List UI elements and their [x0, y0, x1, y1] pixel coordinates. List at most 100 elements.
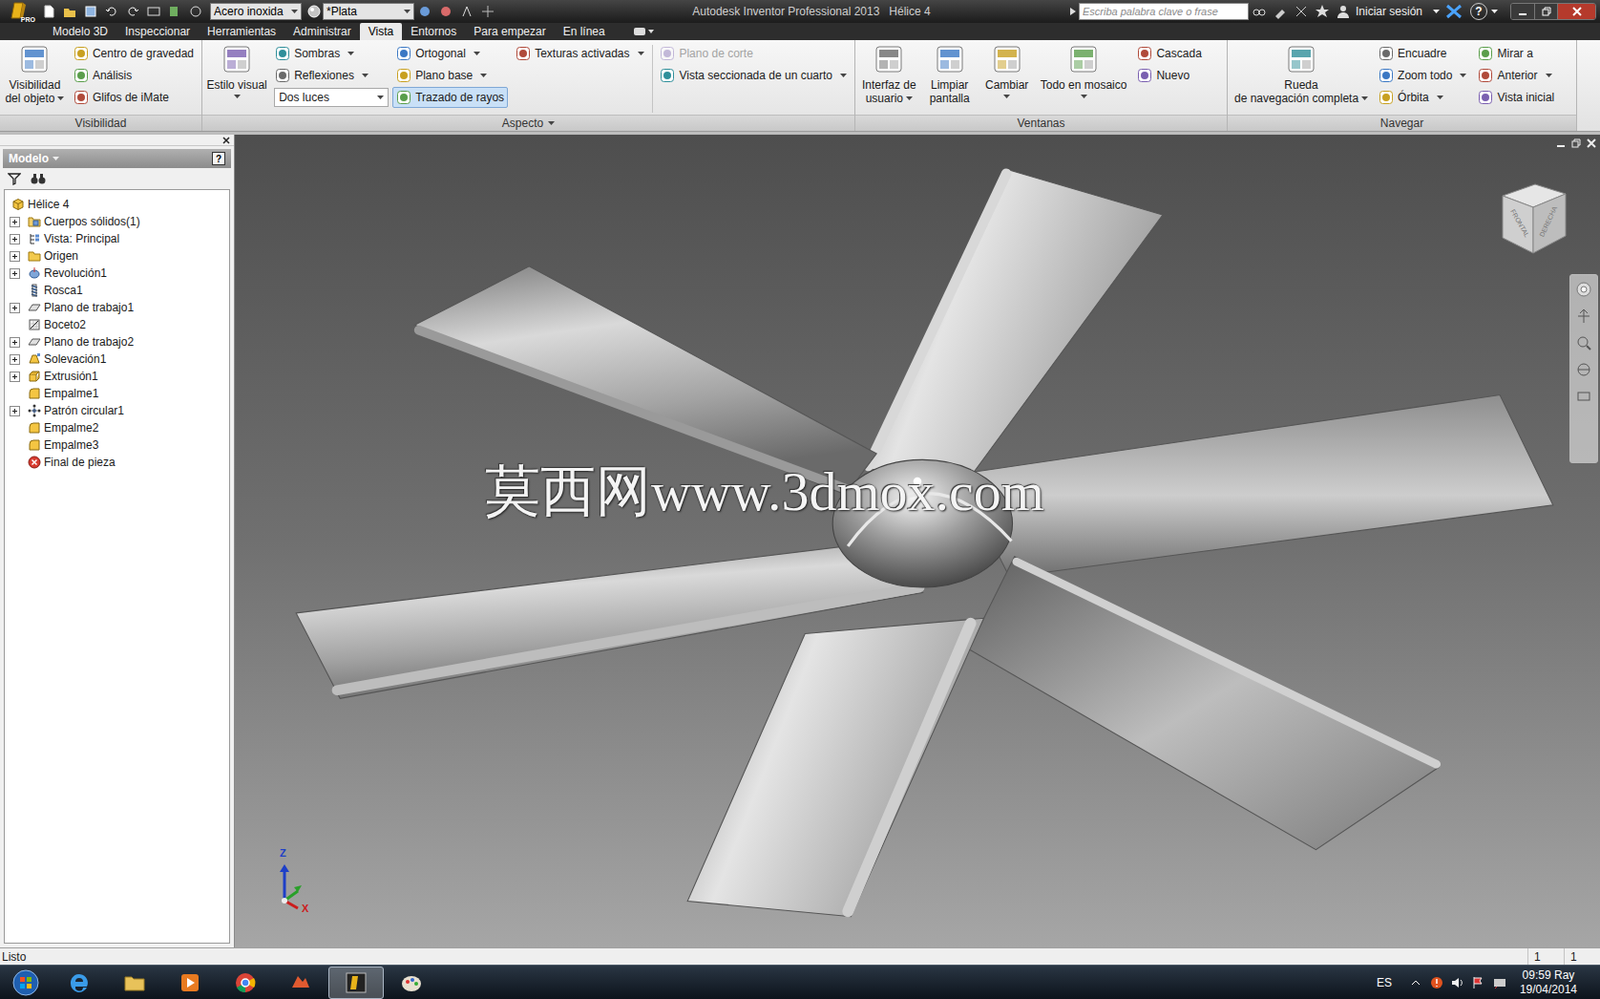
tree-item[interactable]: Revolución1 — [4, 264, 230, 282]
tree-item[interactable]: Solevación1 — [4, 350, 230, 368]
ribbon-small-button[interactable]: Encuadre — [1374, 42, 1471, 64]
redo-icon[interactable] — [122, 1, 144, 22]
expander[interactable] — [9, 268, 21, 279]
ribbon-large-button[interactable]: Todo en mosaico — [1037, 42, 1131, 99]
ribbon-small-button[interactable]: Ortogonal — [392, 42, 508, 64]
tree-item[interactable]: Empalme1 — [4, 384, 230, 402]
ribbon-tab[interactable]: Administrar — [284, 22, 360, 41]
expander[interactable] — [9, 371, 21, 382]
ribbon-small-button[interactable]: Órbita — [1374, 86, 1471, 108]
taskbar-app[interactable] — [106, 966, 163, 999]
select-icon[interactable] — [185, 1, 207, 22]
browser-help-button[interactable]: ? — [211, 151, 226, 166]
expander[interactable] — [9, 251, 21, 262]
graphics-viewport[interactable]: 莫西网www.3dmox.comFRONTALDERECHAZX — [234, 134, 1600, 948]
viewcube[interactable]: FRONTALDERECHA — [1496, 178, 1570, 257]
tree-item[interactable]: Origen — [4, 247, 230, 265]
ribbon-tab[interactable]: Entornos — [401, 22, 465, 41]
tree-item[interactable]: Plano de trabajo2 — [4, 333, 230, 351]
ribbon-tab[interactable]: Vista — [359, 22, 402, 41]
tree-root[interactable]: Hélice 4 — [4, 195, 230, 213]
ribbon-large-button[interactable]: Limpiarpantalla — [923, 42, 977, 106]
tree-item[interactable]: Empalme2 — [4, 419, 230, 437]
expander[interactable] — [9, 405, 21, 417]
sign-in-link[interactable]: Iniciar sesión — [1353, 2, 1431, 21]
ribbon-small-button[interactable]: Centro de gravedad — [69, 42, 198, 64]
expander[interactable] — [9, 354, 21, 365]
update-icon[interactable] — [164, 1, 186, 22]
ribbon-small-button[interactable]: Sombras — [271, 42, 389, 64]
orbit-icon[interactable] — [1575, 360, 1593, 379]
ribbon-tab[interactable]: Inspeccionar — [116, 22, 199, 41]
appearance-combo[interactable]: *Plata — [322, 2, 415, 21]
tree-item[interactable]: Plano de trabajo1 — [4, 298, 230, 316]
taskbar-app[interactable] — [273, 966, 329, 999]
search-field[interactable] — [1078, 2, 1249, 21]
open-icon[interactable] — [59, 1, 81, 22]
find-binoculars-icon[interactable] — [30, 171, 46, 186]
taskbar-app[interactable] — [217, 966, 274, 999]
new-icon[interactable] — [38, 1, 60, 22]
steering-wheel-icon[interactable] — [1575, 280, 1593, 298]
ribbon-tab[interactable]: Herramientas — [198, 22, 285, 41]
panel-title: Visibilidad — [75, 114, 127, 132]
ribbon-tab[interactable]: En línea — [554, 22, 614, 41]
label-line: de navegación completa — [1234, 91, 1369, 106]
ribbon-small-button[interactable]: Reflexiones — [271, 64, 389, 86]
ribbon-small-button[interactable]: Plano de corte — [655, 42, 851, 64]
tree-item[interactable]: Cuerpos sólidos(1) — [4, 212, 230, 231]
ribbon-small-button[interactable]: Texturas activadas — [511, 42, 648, 64]
ribbon-large-button[interactable]: Ruedade navegación completa — [1231, 42, 1371, 106]
ribbon-panel-title[interactable]: Aspecto — [202, 114, 855, 131]
tree-item[interactable]: Boceto2 — [4, 315, 230, 334]
pan-icon[interactable] — [1575, 307, 1593, 325]
light-scheme-combo[interactable]: Dos luces — [273, 87, 389, 107]
clock[interactable]: 09:59 Ray19/04/2014 — [1510, 968, 1600, 997]
print-icon[interactable] — [143, 1, 165, 22]
ribbon-small-button[interactable]: Vista inicial — [1473, 86, 1558, 108]
expander[interactable] — [9, 302, 21, 314]
tree-item[interactable]: Empalme3 — [4, 436, 230, 454]
ribbon-tab[interactable]: Para empezar — [464, 22, 554, 41]
language-indicator[interactable]: ES — [1376, 973, 1406, 991]
ribbon-small-button[interactable]: Nuevo — [1133, 64, 1205, 86]
expander[interactable] — [9, 216, 21, 228]
ribbon-small-button[interactable]: Análisis — [69, 64, 198, 86]
tree-item[interactable]: Final de pieza — [4, 453, 230, 471]
ribbon-small-button[interactable]: Vista seccionada de un cuarto — [655, 64, 851, 86]
ribbon-large-button[interactable]: Estilo visual — [206, 42, 268, 99]
expander[interactable] — [9, 233, 21, 245]
ribbon-small-button[interactable]: Mirar a — [1473, 42, 1558, 64]
ribbon-small-button[interactable]: Trazado de rayos — [392, 86, 508, 108]
zoom-icon[interactable] — [1575, 334, 1593, 352]
ribbon-small-button[interactable]: Plano base — [392, 64, 508, 86]
tree-label: Cuerpos sólidos(1) — [43, 212, 141, 231]
expander[interactable] — [9, 336, 21, 348]
taskbar-app[interactable] — [328, 966, 384, 999]
browser-header[interactable]: Modelo? — [2, 148, 232, 169]
tree-item[interactable]: Rosca1 — [4, 281, 230, 299]
look-at-icon[interactable] — [1575, 387, 1593, 405]
taskbar-app[interactable] — [162, 966, 218, 999]
ribbon-small-button[interactable]: Glifos de iMate — [69, 86, 198, 108]
save-icon[interactable] — [80, 1, 102, 22]
ribbon-small-button[interactable]: Zoom todo — [1374, 64, 1471, 86]
ribbon-large-button[interactable]: Cambiar — [980, 42, 1034, 99]
application-menu-button[interactable]: PRO — [0, 0, 39, 23]
tree-item[interactable]: Patrón circular1 — [4, 401, 230, 420]
ribbon-command-icon — [1136, 45, 1153, 62]
ribbon-small-button[interactable]: Cascada — [1133, 42, 1205, 64]
undo-icon[interactable] — [101, 1, 123, 22]
taskbar-app[interactable] — [51, 966, 107, 999]
filter-icon[interactable] — [7, 171, 22, 186]
dropdown-arrow-icon — [1436, 95, 1444, 100]
ribbon-tab[interactable]: Modelo 3D — [43, 22, 117, 41]
tree-item[interactable]: Extrusión1 — [4, 367, 230, 385]
ribbon-large-button[interactable]: Visibilidaddel objeto — [3, 42, 66, 106]
tree-item[interactable]: Vista: Principal — [4, 230, 230, 248]
material-combo[interactable]: Acero inoxida — [210, 2, 302, 21]
help-button[interactable]: ? — [1470, 2, 1488, 21]
ribbon-small-button[interactable]: Anterior — [1473, 64, 1558, 86]
ribbon-large-button[interactable]: Interfaz deusuario — [859, 42, 920, 106]
taskbar-app[interactable] — [383, 966, 440, 999]
